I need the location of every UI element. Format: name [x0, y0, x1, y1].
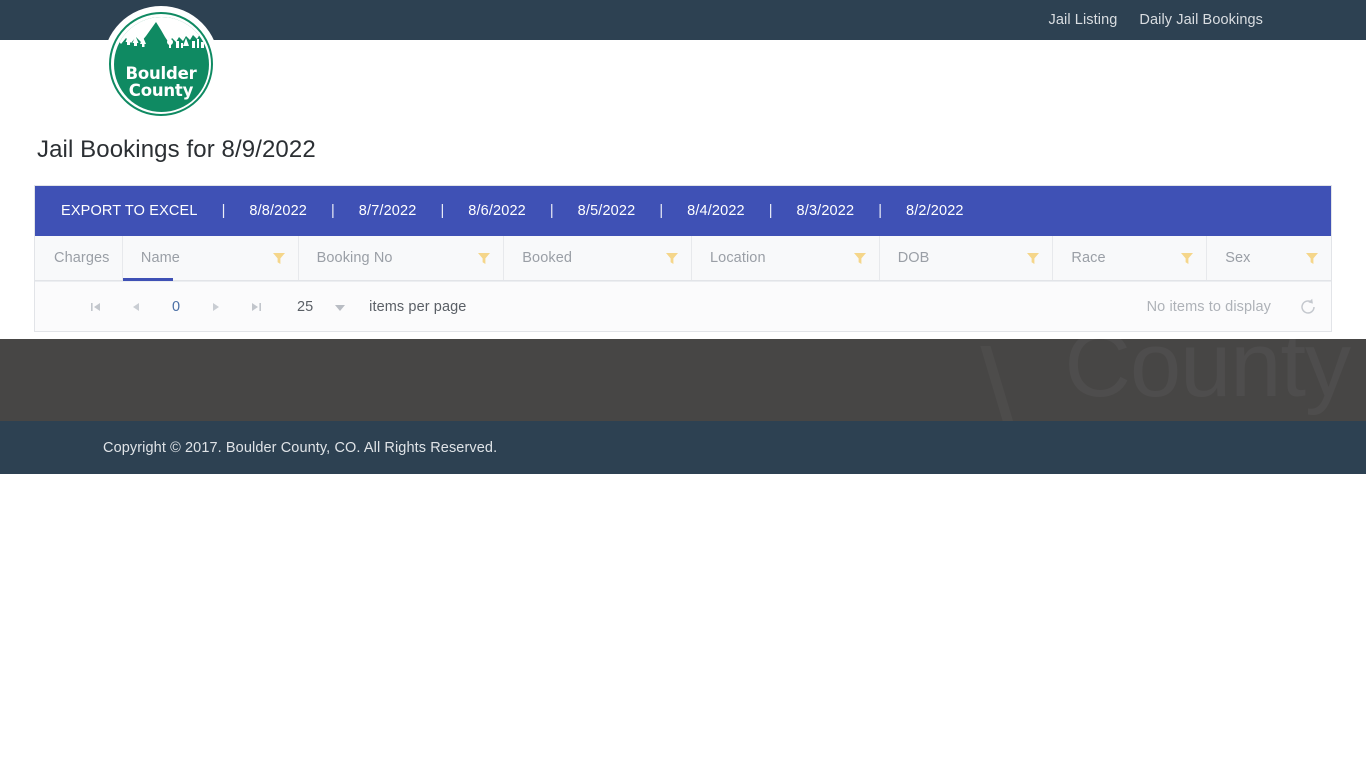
- date-link-8-5-2022[interactable]: 8/5/2022: [578, 203, 636, 219]
- boulder-county-logo[interactable]: Boulder County: [103, 6, 219, 122]
- date-link-8-7-2022[interactable]: 8/7/2022: [359, 203, 417, 219]
- column-header-label: DOB: [897, 250, 930, 266]
- toolbar-separator: |: [331, 203, 335, 219]
- last-page-glyph: [252, 302, 261, 311]
- column-header-charges[interactable]: Charges: [35, 236, 123, 280]
- page-size-value: 25: [297, 298, 314, 315]
- column-header-sex[interactable]: Sex: [1207, 236, 1331, 280]
- filter-icon[interactable]: [272, 252, 286, 265]
- date-link-8-4-2022[interactable]: 8/4/2022: [687, 203, 745, 219]
- nav-daily-jail-bookings[interactable]: Daily Jail Bookings: [1139, 12, 1263, 28]
- column-header-location[interactable]: Location: [692, 236, 880, 280]
- next-page-glyph: [213, 302, 219, 311]
- column-header-race[interactable]: Race: [1053, 236, 1208, 280]
- toolbar-separator: |: [878, 203, 882, 219]
- column-header-label: Booking No: [316, 250, 393, 266]
- watermark-text: County: [1065, 339, 1351, 418]
- go-to-last-page-icon[interactable]: [241, 292, 271, 322]
- toolbar-separator: |: [440, 203, 445, 219]
- logo-text: Boulder County: [125, 65, 196, 99]
- watermark-band: \ County: [0, 339, 1366, 421]
- copyright-text: Copyright © 2017. Boulder County, CO. Al…: [103, 439, 498, 456]
- column-header-label: Sex: [1225, 250, 1251, 266]
- jail-bookings-grid: EXPORT TO EXCEL | 8/8/2022 | 8/7/2022 | …: [34, 185, 1332, 332]
- previous-page-glyph: [133, 302, 139, 311]
- pager-page-number[interactable]: 0: [161, 299, 191, 315]
- column-header-label: Name: [140, 250, 180, 266]
- column-header-dob[interactable]: DOB: [880, 236, 1054, 280]
- watermark-slash-icon: \: [980, 339, 1017, 421]
- refresh-icon[interactable]: [1299, 298, 1317, 316]
- go-to-previous-page-icon[interactable]: [121, 292, 151, 322]
- column-header-label: Booked: [522, 250, 573, 266]
- toolbar-separator: |: [768, 203, 773, 219]
- filter-icon[interactable]: [477, 252, 491, 265]
- logo-green-ring: Boulder County: [109, 12, 213, 116]
- pager-right-group: No items to display: [1147, 298, 1317, 316]
- date-link-8-8-2022[interactable]: 8/8/2022: [249, 203, 307, 219]
- column-header-label: Race: [1071, 250, 1106, 266]
- toolbar-separator: |: [221, 203, 226, 219]
- go-to-first-page-icon[interactable]: [81, 292, 111, 322]
- filter-icon[interactable]: [1180, 252, 1194, 265]
- date-link-8-2-2022[interactable]: 8/2/2022: [906, 203, 964, 219]
- toolbar-separator: |: [549, 203, 554, 219]
- logo-green-disc: Boulder County: [113, 16, 209, 112]
- filter-icon[interactable]: [1305, 252, 1319, 265]
- go-to-next-page-icon[interactable]: [201, 292, 231, 322]
- page-size-dropdown[interactable]: 25: [297, 298, 346, 315]
- export-to-excel-button[interactable]: EXPORT TO EXCEL: [61, 203, 198, 219]
- filter-icon[interactable]: [665, 252, 679, 265]
- first-page-glyph: [91, 302, 100, 311]
- grid-pager: 0 25 items per page No items to display: [35, 281, 1331, 331]
- page-footer: Copyright © 2017. Boulder County, CO. Al…: [0, 421, 1366, 474]
- column-header-booking-no[interactable]: Booking No: [299, 236, 505, 280]
- items-per-page-label: items per page: [369, 298, 467, 315]
- toolbar-separator: |: [659, 203, 664, 219]
- grid-toolbar: EXPORT TO EXCEL | 8/8/2022 | 8/7/2022 | …: [35, 186, 1331, 236]
- column-header-name[interactable]: Name: [122, 236, 299, 281]
- mountain-skyline-icon: [113, 16, 209, 48]
- grid-header-row: Charges Name Booking No Booked Location …: [35, 236, 1331, 281]
- filter-icon[interactable]: [853, 252, 867, 265]
- logo-white-disc: Boulder County: [103, 6, 219, 122]
- page-title: Jail Bookings for 8/9/2022: [37, 136, 316, 163]
- date-link-8-6-2022[interactable]: 8/6/2022: [468, 203, 526, 219]
- column-header-label: Location: [709, 250, 766, 266]
- chevron-down-icon[interactable]: [335, 304, 346, 311]
- pager-status-text: No items to display: [1146, 298, 1271, 315]
- date-link-8-3-2022[interactable]: 8/3/2022: [797, 203, 855, 219]
- column-header-booked[interactable]: Booked: [504, 236, 692, 280]
- column-header-label: Charges: [54, 250, 110, 266]
- logo-text-line2: County: [128, 80, 194, 100]
- nav-jail-listing[interactable]: Jail Listing: [1049, 12, 1118, 28]
- filter-icon[interactable]: [1026, 252, 1040, 265]
